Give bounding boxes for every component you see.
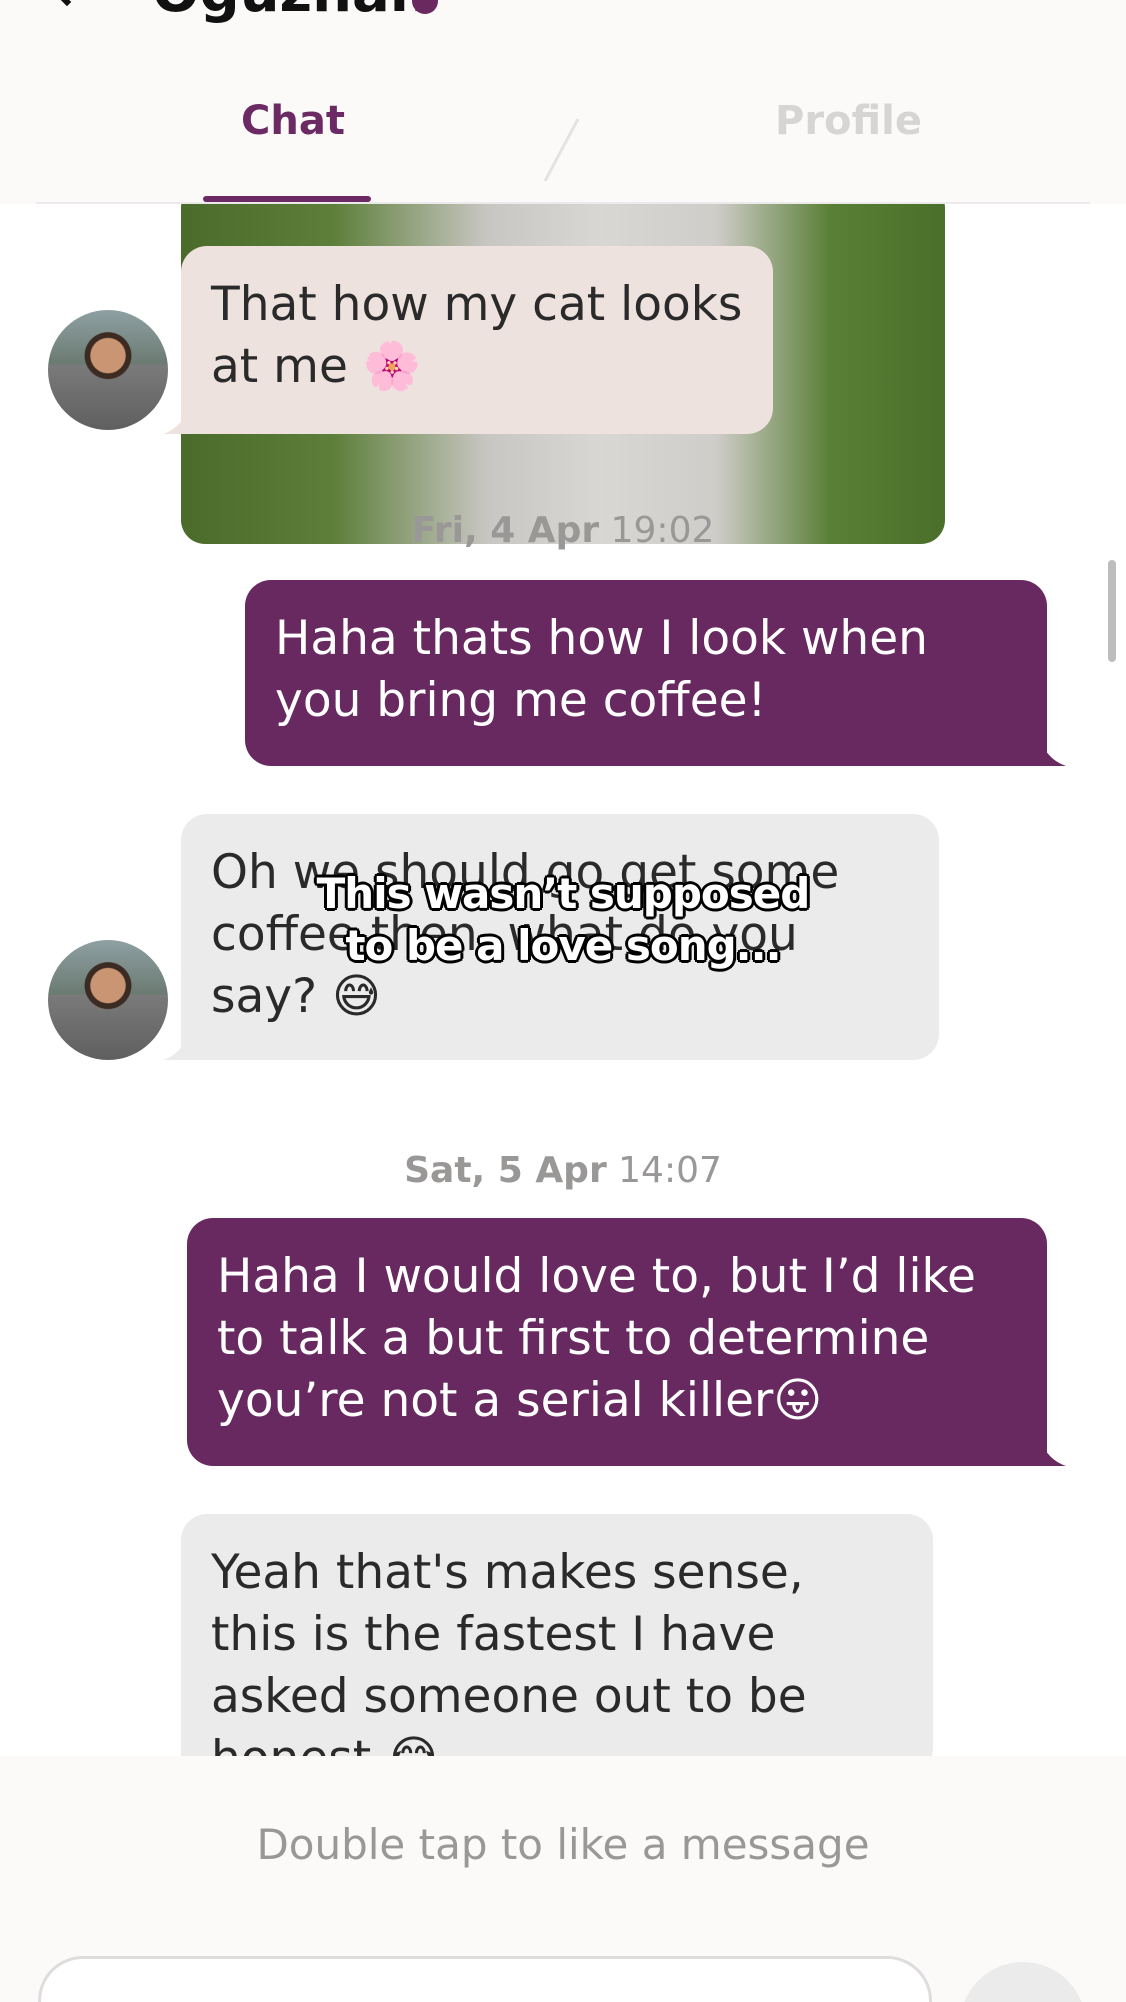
message-text: Haha I would love to, but I’d like to ta… [217,1249,976,1428]
chat-thread[interactable]: That how my cat looks at me 🌸 Fri, 4 Apr… [0,204,1126,1756]
send-button[interactable] [960,1962,1086,2002]
message-bubble-incoming[interactable]: That how my cat looks at me 🌸 [181,246,773,434]
timestamp-time: 14:07 [618,1150,722,1191]
double-tap-hint: Double tap to like a message [256,1820,870,1869]
bubble-tail [1040,1440,1066,1466]
overlay-caption: This wasn’t supposed to be a love song..… [316,869,811,970]
back-chevron-icon[interactable] [45,0,89,7]
bubble-tail [1040,740,1066,766]
timestamp-date: Sat, 5 Apr [404,1150,607,1191]
message-text: Yeah that's makes sense, this is the fas… [211,1545,807,1756]
timestamp-time: 19:02 [610,510,715,551]
message-bubble-incoming[interactable]: Yeah that's makes sense, this is the fas… [181,1514,933,1756]
bubble-tail [163,1034,189,1060]
tab-divider [543,118,580,182]
message-bubble-outgoing[interactable]: Haha I would love to, but I’d like to ta… [187,1218,1047,1466]
header: Oguzhan Chat Profile [0,0,1126,205]
timestamp-divider: Sat, 5 Apr 14:07 [0,1150,1126,1191]
match-name: Oguzhan [152,0,430,25]
scrollbar[interactable] [1108,560,1116,662]
avatar[interactable] [48,310,168,430]
tab-chat[interactable]: Chat [241,98,345,144]
message-text: Haha thats how I look when you bring me … [275,611,928,728]
timestamp-divider: Fri, 4 Apr 19:02 [0,510,1126,551]
timestamp-date: Fri, 4 Apr [411,510,600,551]
avatar[interactable] [48,940,168,1060]
message-bubble-outgoing[interactable]: Haha thats how I look when you bring me … [245,580,1047,766]
message-text: That how my cat looks at me 🌸 [211,277,743,394]
composer-area: Double tap to like a message [0,1756,1126,2002]
tab-profile[interactable]: Profile [775,98,922,144]
message-input[interactable] [38,1956,932,2002]
bubble-tail [163,408,189,434]
